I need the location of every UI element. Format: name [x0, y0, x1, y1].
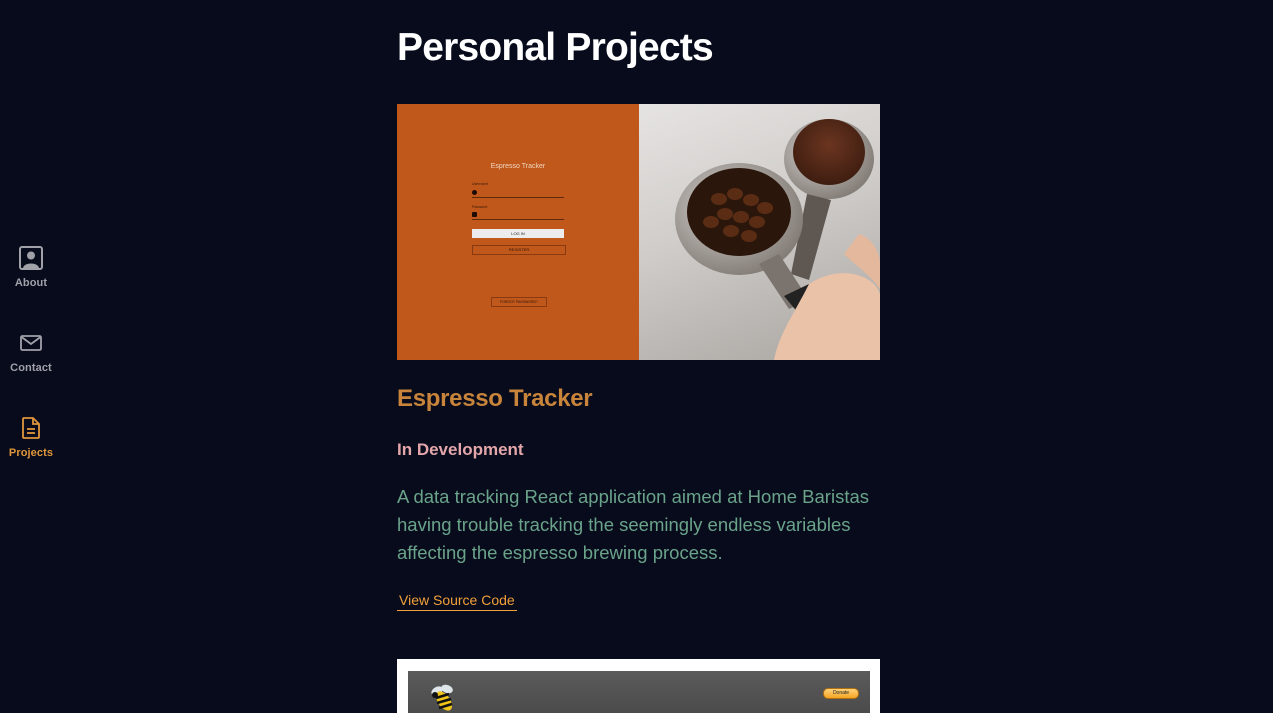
project-preview-image: Donate — [397, 659, 880, 713]
second-project-screenshot: Donate — [408, 671, 870, 713]
espresso-photo — [639, 104, 880, 360]
page-title: Personal Projects — [397, 26, 714, 69]
project-title: Espresso Tracker — [397, 385, 593, 412]
preview-register-button: REGISTER — [472, 245, 566, 255]
mail-icon — [20, 335, 42, 351]
document-icon — [22, 417, 40, 439]
preview-username-label: Username — [472, 182, 489, 186]
project-status: In Development — [397, 440, 524, 459]
project-description: A data tracking React application aimed … — [397, 486, 869, 563]
preview-password-label: Password — [472, 205, 488, 209]
bee-logo-icon — [431, 684, 453, 711]
preview-username-field — [472, 190, 564, 198]
nav-item-projects[interactable]: Projects — [0, 406, 62, 491]
app-screenshot-preview: Espresso Tracker Username Password LOG I… — [397, 104, 639, 360]
preview-app-title: Espresso Tracker — [490, 163, 546, 170]
nav-item-label: About — [14, 277, 48, 289]
espresso-illustration — [675, 119, 880, 360]
sidebar-nav: About Contact Projects — [0, 236, 62, 491]
person-icon — [19, 246, 43, 270]
nav-item-about[interactable]: About — [0, 236, 62, 321]
preview-donate-button: Donate — [823, 688, 859, 699]
preview-forgot-password-button: FORGOT PASSWORD? — [491, 297, 547, 307]
nav-item-contact[interactable]: Contact — [0, 321, 62, 406]
project-preview-image: Espresso Tracker Username Password LOG I… — [397, 104, 880, 360]
view-source-code-link[interactable]: View Source Code — [397, 592, 517, 611]
nav-item-label: Contact — [10, 362, 52, 374]
preview-login-button: LOG IN — [472, 229, 564, 238]
page: About Contact Projects Personal Projects… — [0, 0, 1273, 713]
nav-item-label: Projects — [8, 447, 54, 459]
lock-icon — [472, 212, 477, 217]
user-icon — [472, 190, 477, 195]
preview-password-field — [472, 212, 564, 220]
